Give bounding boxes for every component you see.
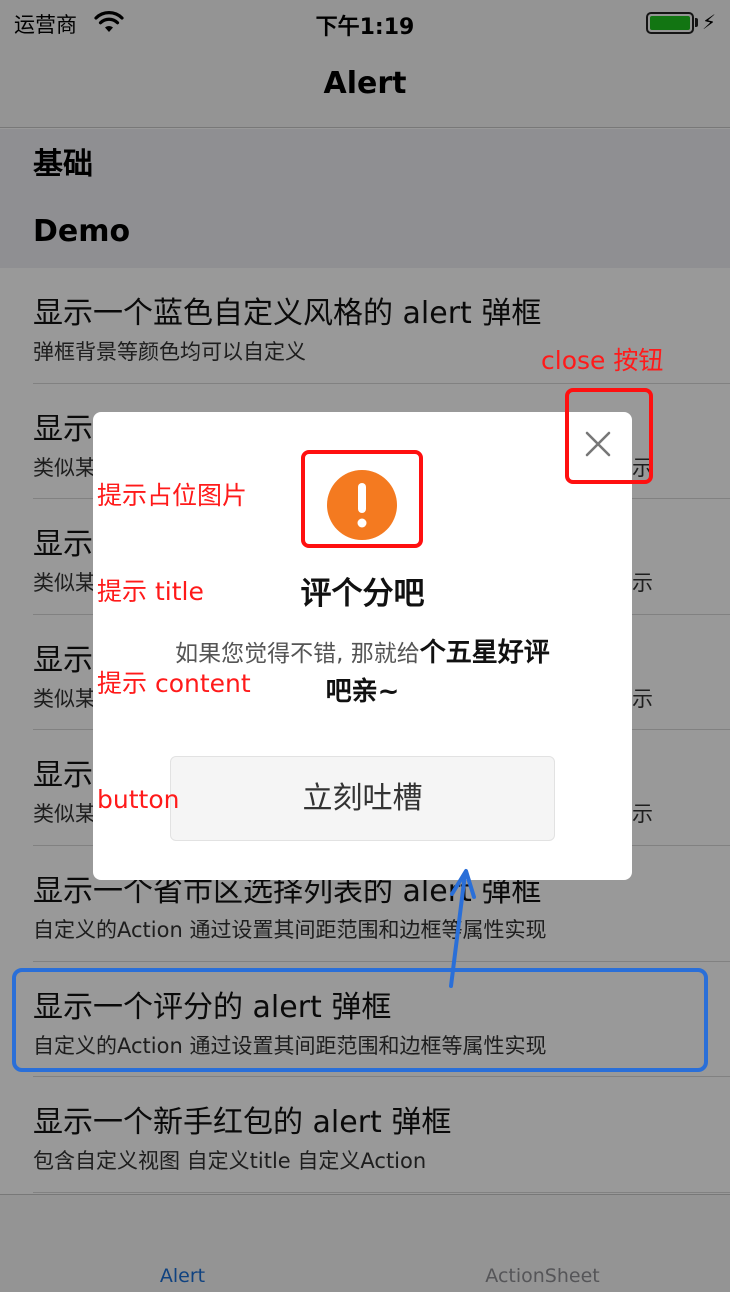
annotation-arrow <box>449 869 476 988</box>
phone-screen: 运营商 下午1:19 ⚡ Alert 基础 Demo 显示一个蓝色自定义风格的 … <box>0 0 730 1292</box>
